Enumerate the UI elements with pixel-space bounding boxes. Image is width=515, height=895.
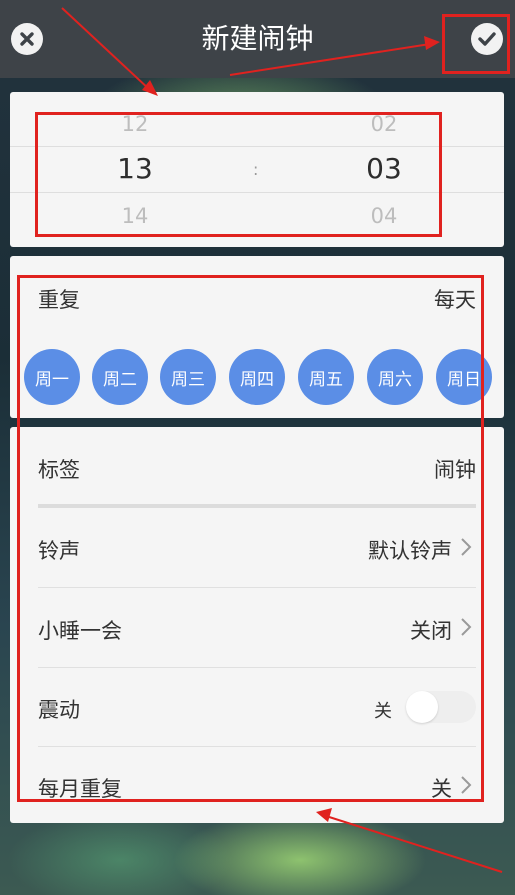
annotation-box-confirm [442, 14, 510, 74]
page-title: 新建闹钟 [201, 22, 314, 55]
annotation-box-picker [35, 112, 442, 237]
app-header: 新建闹钟 [0, 0, 515, 78]
annotation-box-settings [17, 275, 484, 802]
